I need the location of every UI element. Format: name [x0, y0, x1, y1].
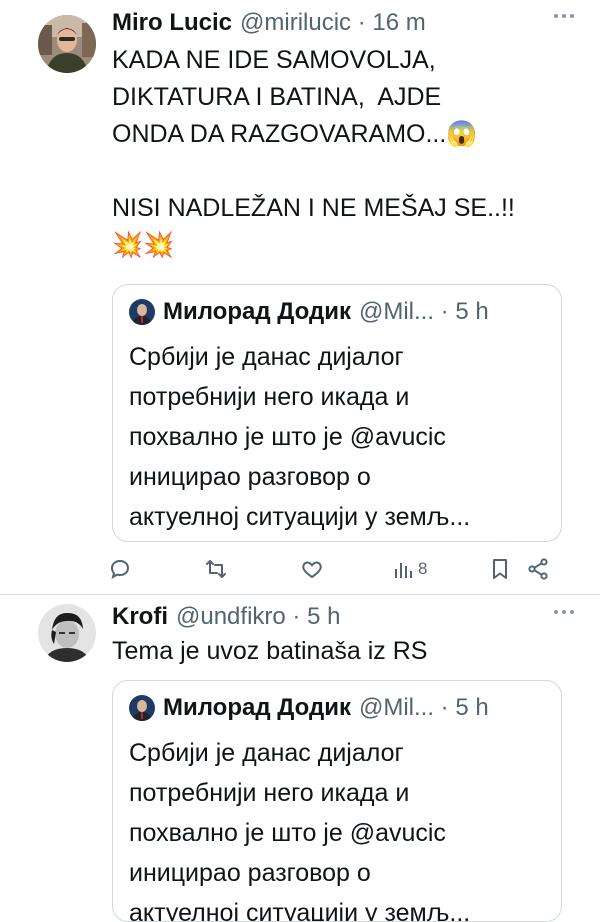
reply-button[interactable]: [108, 553, 132, 585]
tweet-text: KADA NE IDE SAMOVOLJA, DIKTATURA I BATIN…: [112, 46, 515, 259]
quoted-tweet[interactable]: Милорад Додик @Mil... · 5 h Србији је да…: [112, 680, 562, 922]
share-icon: [528, 558, 548, 580]
quoted-tweet-text: Србији је данас дијалог потребнији него …: [129, 343, 471, 531]
tweet-actions-bar: 8: [108, 553, 558, 585]
views-icon: [395, 563, 412, 578]
quoted-tweet-header: Милорад Додик @Mil... · 5 h: [129, 691, 489, 725]
tweet-header: Miro Lucic @mirilucic · 16 m: [112, 6, 426, 40]
quoted-tweet[interactable]: Милорад Додик @Mil... · 5 h Србији је да…: [112, 284, 562, 542]
avatar-miro-lucic[interactable]: [38, 15, 96, 73]
quoted-author-avatar: [129, 299, 155, 325]
quoted-author-name: Милорад Додик: [163, 298, 351, 325]
bookmark-button[interactable]: [488, 553, 512, 585]
views-count: 8: [418, 559, 428, 578]
more-options-icon[interactable]: [554, 14, 578, 24]
author-handle-time[interactable]: @undfikro · 5 h: [176, 603, 340, 631]
tweet-miro-lucic[interactable]: Miro Lucic @mirilucic · 16 m KADA NE IDE…: [0, 0, 600, 595]
author-name[interactable]: Miro Lucic: [112, 9, 232, 37]
author-name[interactable]: Krofi: [112, 603, 168, 631]
quoted-tweet-text: Србији је данас дијалог потребнији него …: [129, 739, 471, 922]
quoted-author-handle-time: @Mil... · 5 h: [358, 694, 489, 721]
like-button[interactable]: [300, 553, 324, 585]
views-button[interactable]: 8: [393, 553, 427, 585]
like-icon: [302, 561, 322, 579]
share-button[interactable]: [526, 553, 550, 585]
tweet-separator: [0, 594, 600, 595]
more-options-icon[interactable]: [554, 610, 578, 620]
tweet-header: Krofi @undfikro · 5 h: [112, 600, 340, 634]
quoted-author-avatar: [129, 695, 155, 721]
avatar-krofi[interactable]: [38, 604, 96, 662]
quoted-tweet-header: Милорад Додик @Mil... · 5 h: [129, 295, 489, 329]
tweet-text: Tema je uvoz batinaša iz RS: [112, 637, 428, 665]
quoted-author-handle-time: @Mil... · 5 h: [358, 298, 489, 325]
reply-icon: [110, 559, 130, 580]
retweet-icon: [206, 560, 226, 578]
author-handle-time[interactable]: @mirilucic · 16 m: [240, 9, 426, 37]
bookmark-icon: [493, 559, 507, 579]
retweet-button[interactable]: [204, 553, 228, 585]
quoted-author-name: Милорад Додик: [163, 694, 351, 721]
